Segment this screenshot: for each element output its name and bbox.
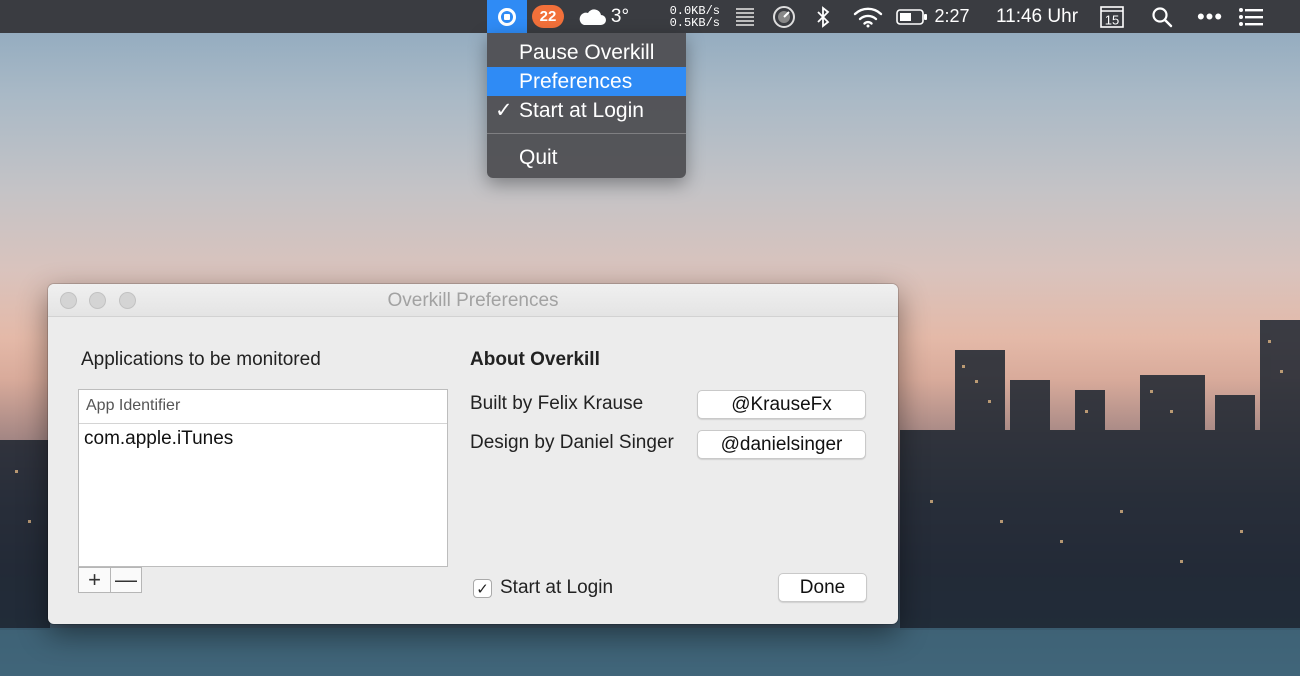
apps-section-label: Applications to be monitored — [81, 349, 321, 370]
weather-widget[interactable]: 3° — [572, 0, 634, 33]
calendar-day-text: 15 — [1105, 12, 1119, 27]
table-edit-buttons: + — — [78, 567, 142, 593]
menu-item-start-at-login[interactable]: ✓ Start at Login — [487, 96, 686, 125]
design-by-label: Design by Daniel Singer — [470, 432, 674, 453]
memory-meter-icon[interactable] — [732, 0, 758, 33]
menu-item-quit[interactable]: Quit — [487, 143, 686, 172]
menu-item-pause-overkill[interactable]: Pause Overkill — [487, 38, 686, 67]
table-column-header[interactable]: App Identifier — [79, 390, 447, 424]
table-row[interactable]: com.apple.iTunes — [79, 424, 447, 454]
add-app-button[interactable]: + — [79, 567, 110, 592]
menu-bar: 22 3° 0.0KB/s 0.5KB/s 2:27 11:46 Uhr 15 … — [0, 0, 1300, 33]
app-identifier-table[interactable]: App Identifier com.apple.iTunes — [78, 389, 448, 567]
menu-item-label: Start at Login — [519, 99, 644, 122]
menu-item-label: Preferences — [519, 70, 633, 93]
preferences-window: Overkill Preferences Applications to be … — [48, 284, 898, 624]
menu-item-label: Quit — [519, 146, 558, 169]
krausefx-link-button[interactable]: @KrauseFx — [697, 390, 866, 419]
checkmark-icon: ✓ — [495, 99, 513, 122]
menu-separator — [487, 133, 686, 134]
cloud-icon — [579, 8, 606, 25]
wifi-icon[interactable] — [850, 0, 886, 33]
window-title: Overkill Preferences — [387, 290, 559, 311]
overkill-menu: Pause Overkill Preferences ✓ Start at Lo… — [487, 33, 686, 178]
window-titlebar[interactable]: Overkill Preferences — [48, 284, 898, 317]
net-down-text: 0.0KB/s — [669, 3, 720, 18]
spotlight-search-icon[interactable] — [1148, 0, 1176, 33]
battery-status[interactable]: 2:27 — [893, 0, 973, 33]
calendar-icon[interactable]: 15 — [1097, 0, 1127, 33]
menu-item-preferences[interactable]: Preferences — [487, 67, 686, 96]
remove-app-button[interactable]: — — [110, 567, 141, 592]
start-at-login-label[interactable]: Start at Login — [500, 577, 613, 599]
notification-center-icon[interactable] — [1234, 0, 1268, 33]
battery-icon — [896, 8, 928, 25]
overkill-status-icon[interactable] — [487, 0, 527, 33]
done-button[interactable]: Done — [778, 573, 867, 602]
built-by-label: Built by Felix Krause — [470, 393, 644, 414]
battery-time-text: 2:27 — [934, 6, 970, 26]
net-up-text: 0.5KB/s — [669, 15, 720, 30]
bluetooth-icon[interactable] — [810, 0, 836, 33]
gauge-icon[interactable] — [770, 0, 798, 33]
menu-item-label: Pause Overkill — [519, 41, 655, 64]
network-speed-widget[interactable]: 0.0KB/s 0.5KB/s — [662, 0, 720, 33]
start-at-login-checkbox[interactable]: ✓ — [473, 579, 492, 598]
overkill-icon — [498, 7, 516, 26]
danielsinger-link-button[interactable]: @danielsinger — [697, 430, 866, 459]
about-section-title: About Overkill — [470, 349, 600, 370]
notification-badge[interactable]: 22 — [532, 5, 564, 28]
temperature-text: 3° — [610, 5, 630, 27]
more-icon[interactable]: ••• — [1193, 0, 1227, 33]
clock[interactable]: 11:46 Uhr — [985, 0, 1089, 33]
